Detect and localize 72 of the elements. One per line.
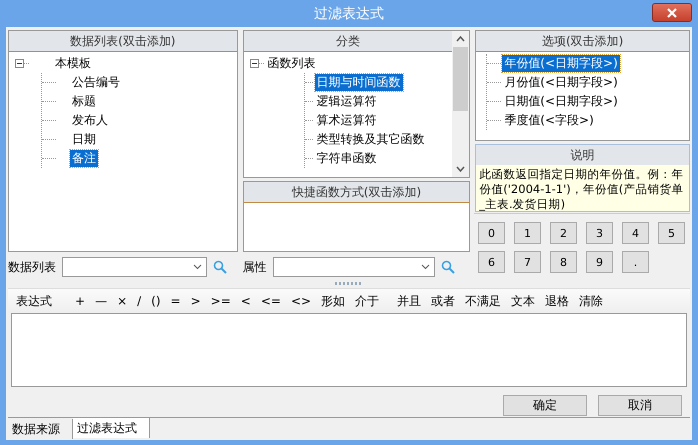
option-item[interactable]: 年份值(<日期字段>) [502, 55, 620, 72]
property-dropdown[interactable] [272, 257, 435, 277]
description-text: 此函数返回指定日期的年份值。例：年份值('2004-1-1')，年份值(产品销货单_主表.发货日期) [476, 165, 689, 211]
operator-button[interactable]: = [166, 291, 186, 312]
tree-item[interactable]: 日期 [70, 131, 98, 148]
scrollbar[interactable] [452, 31, 470, 177]
tree-item[interactable]: 类型转换及其它函数 [314, 131, 427, 148]
operator-button[interactable]: / [132, 291, 146, 312]
operator-button[interactable]: × [112, 291, 132, 312]
keypad-key[interactable]: 6 [478, 251, 505, 274]
keypad-key[interactable]: 5 [658, 222, 685, 244]
dropdown-caret-icon [193, 264, 202, 270]
keypad-key[interactable]: 7 [514, 251, 541, 274]
operator-button[interactable]: 或者 [426, 291, 460, 312]
keypad-key[interactable]: 1 [514, 222, 541, 244]
panel-title: 快捷函数方式(双击添加) [292, 184, 422, 200]
keypad-key[interactable]: 8 [550, 251, 577, 274]
field-label: 属性 [242, 258, 267, 276]
keypad-key[interactable]: 3 [586, 222, 613, 244]
keypad-key[interactable]: 2 [550, 222, 577, 244]
operator-button[interactable]: < [236, 291, 256, 312]
window-title: 过滤表达式 [314, 4, 384, 22]
operator-button[interactable]: 清除 [574, 291, 608, 312]
panel-title: 分类 [336, 32, 360, 50]
operator-button[interactable]: 文本 [506, 291, 540, 312]
tree-item[interactable]: 日期与时间函数 [314, 74, 403, 91]
operator-button[interactable]: > [186, 291, 206, 312]
field-label: 数据列表 [8, 258, 56, 276]
tab[interactable]: 过滤表达式 [73, 418, 150, 438]
expression-field[interactable] [11, 313, 687, 388]
keypad-key[interactable]: 0 [478, 222, 505, 244]
panel-title: 选项(双击添加) [542, 32, 624, 50]
operator-button[interactable]: >= [206, 291, 236, 312]
tree-item[interactable]: 逻辑运算符 [314, 93, 379, 110]
option-item[interactable]: 月份值(<日期字段>) [502, 74, 620, 91]
operator-button[interactable]: 介于 [350, 291, 384, 312]
operator-button[interactable]: 退格 [540, 291, 574, 312]
close-icon [667, 8, 677, 18]
panel-title: 说明 [570, 146, 595, 164]
splitter-grip-icon[interactable] [335, 282, 363, 286]
dialog-button[interactable]: 取消 [598, 395, 682, 416]
tree-item[interactable]: 备注 [70, 150, 98, 167]
operator-button[interactable]: + [70, 291, 90, 312]
option-item[interactable]: 季度值(<字段>) [502, 112, 596, 129]
dropdown-caret-icon [420, 264, 430, 270]
data-list-dropdown[interactable] [62, 257, 207, 277]
search-icon[interactable] [213, 260, 227, 274]
tree-item[interactable]: 算术运算符 [314, 112, 379, 129]
option-item[interactable]: 日期值(<日期字段>) [502, 93, 620, 110]
dialog-button[interactable]: 确定 [503, 395, 587, 416]
tree-item[interactable]: 发布人 [70, 112, 110, 129]
collapse-icon[interactable] [250, 59, 259, 68]
keypad-key[interactable]: 4 [622, 222, 649, 244]
tree-item[interactable]: 本模板 [53, 55, 93, 72]
operator-button[interactable]: 形如 [316, 291, 350, 312]
tree-item[interactable]: 字符串函数 [314, 150, 379, 167]
keypad-key[interactable]: . [622, 251, 649, 274]
operator-button[interactable]: <= [256, 291, 286, 312]
tree-item[interactable]: 函数列表 [266, 55, 318, 72]
tree-item[interactable]: 公告编号 [70, 74, 122, 91]
operator-button[interactable]: <> [286, 291, 316, 312]
keypad-key[interactable]: 9 [586, 251, 613, 274]
operator-button[interactable]: () [146, 291, 166, 312]
operator-button[interactable]: 不满足 [460, 291, 506, 312]
expression-label: 表达式 [16, 292, 52, 310]
operator-button[interactable]: 并且 [392, 291, 426, 312]
panel-title: 数据列表(双击添加) [70, 32, 176, 50]
tree-item[interactable]: 标题 [70, 93, 98, 110]
close-button[interactable] [652, 3, 692, 22]
collapse-icon[interactable] [15, 59, 24, 68]
search-icon[interactable] [440, 260, 455, 274]
operator-button[interactable]: — [90, 291, 112, 312]
